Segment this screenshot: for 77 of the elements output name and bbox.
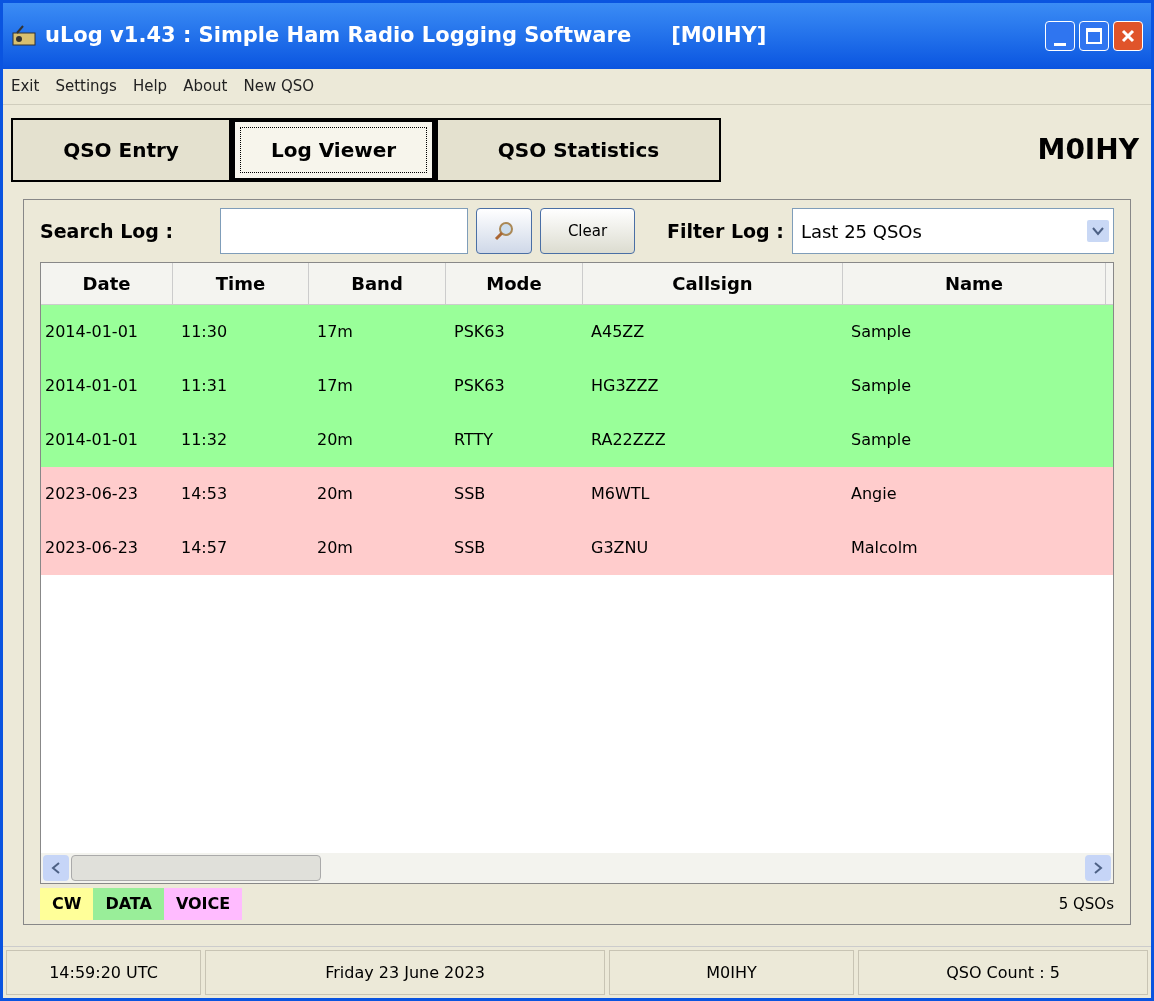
table-cell-text: 2014-01-01: [44, 375, 139, 397]
table-cell-text: G3ZNU: [590, 537, 650, 559]
tab[interactable]: QSO Entry: [11, 118, 231, 182]
search-icon: [493, 220, 515, 242]
table-row[interactable]: 2014-01-01 11:31 17m PSK63 HG3ZZZ Sample: [41, 359, 1113, 413]
clear-button[interactable]: Clear: [540, 208, 635, 254]
search-field[interactable]: [220, 208, 468, 254]
status-bar-panel: Friday 23 June 2023: [205, 950, 605, 995]
legend-tag: CW: [40, 888, 94, 920]
legend-tag: DATA: [93, 888, 164, 920]
table-cell-text: 2014-01-01: [44, 321, 139, 343]
table-cell-text: Malcolm: [850, 537, 919, 559]
qso-total: 5 QSOs: [1058, 893, 1114, 915]
table-cell-text: 11:31: [180, 375, 229, 397]
table-cell-text: 14:53: [180, 483, 229, 505]
scroll-left-button[interactable]: [43, 855, 69, 881]
table-cell-text: PSK63: [453, 321, 506, 343]
close-button[interactable]: [1113, 21, 1143, 51]
maximize-button[interactable]: [1079, 21, 1109, 51]
minimize-button[interactable]: [1045, 21, 1075, 51]
caret-icon: [1087, 220, 1109, 242]
table-cell-text: 2023-06-23: [44, 537, 139, 559]
column-header[interactable]: Time: [173, 263, 309, 304]
menu-item[interactable]: Settings: [55, 75, 117, 98]
status-bar-panel: QSO Count : 5: [858, 950, 1148, 995]
table-cell-text: RA22ZZZ: [590, 429, 667, 451]
table-cell-text: 17m: [316, 321, 354, 343]
table-cell-text: 17m: [316, 375, 354, 397]
table-row[interactable]: 2014-01-01 11:30 17m PSK63 A45ZZ Sample: [41, 305, 1113, 359]
menu-item[interactable]: New QSO: [243, 75, 315, 98]
filter-dropdown[interactable]: Last 25 QSOs: [791, 208, 1114, 254]
table-cell-text: 2023-06-23: [44, 483, 139, 505]
column-header[interactable]: Mode: [446, 263, 583, 304]
table-row[interactable]: 2014-01-01 11:32 20m RTTY RA22ZZZ Sample: [41, 413, 1113, 467]
table-cell-text: SSB: [453, 537, 487, 559]
scroll-right-button[interactable]: [1085, 855, 1111, 881]
table-cell-text: Sample: [850, 375, 912, 397]
table-cell-text: Angie: [850, 483, 898, 505]
search-button[interactable]: [476, 208, 532, 254]
column-header[interactable]: Date: [41, 263, 173, 304]
table-cell-text: 20m: [316, 429, 354, 451]
table-cell-text: M6WTL: [590, 483, 651, 505]
station-callsign: M0IHY: [1037, 132, 1140, 168]
column-header[interactable]: Band: [309, 263, 446, 304]
legend-tag: VOICE: [163, 888, 243, 920]
menu-item[interactable]: About: [183, 75, 228, 98]
window-callsign: [M0IHY]: [671, 22, 767, 50]
tab[interactable]: Log Viewer: [231, 118, 436, 182]
status-bar-panel: 14:59:20 UTC: [6, 950, 201, 995]
radio-icon: [11, 25, 37, 47]
status-bar-panel: M0IHY: [609, 950, 854, 995]
tab[interactable]: QSO Statistics: [436, 118, 721, 182]
table-cell-text: PSK63: [453, 375, 506, 397]
horizontal-scrollbar[interactable]: [41, 853, 1113, 883]
menu-item[interactable]: Help: [132, 75, 168, 98]
table-cell-text: 11:30: [180, 321, 229, 343]
table-row[interactable]: 2023-06-23 14:57 20m SSB G3ZNU Malcolm: [41, 521, 1113, 575]
table-cell-text: RTTY: [453, 429, 494, 451]
table-cell-text: 14:57: [180, 537, 229, 559]
table-cell-text: 20m: [316, 483, 354, 505]
table-cell-text: HG3ZZZ: [590, 375, 660, 397]
column-header[interactable]: Callsign: [583, 263, 843, 304]
column-header[interactable]: Name: [843, 263, 1106, 304]
table-cell-text: 11:32: [180, 429, 229, 451]
table-row[interactable]: 2023-06-23 14:53 20m SSB M6WTL Angie: [41, 467, 1113, 521]
scroll-thumb[interactable]: [71, 855, 321, 881]
table-cell-text: Sample: [850, 429, 912, 451]
table-cell-text: SSB: [453, 483, 487, 505]
window-title: uLog v1.43 : Simple Ham Radio Logging Software: [45, 22, 632, 50]
filter-label: Filter Log :: [667, 218, 784, 244]
table-cell-text: 20m: [316, 537, 354, 559]
search-label: Search Log :: [40, 218, 175, 244]
menu-item[interactable]: Exit: [11, 75, 40, 98]
table-cell-text: Sample: [850, 321, 912, 343]
table-cell-text: A45ZZ: [590, 321, 646, 343]
table-cell-text: 2014-01-01: [44, 429, 139, 451]
close-icon: [1121, 29, 1135, 43]
